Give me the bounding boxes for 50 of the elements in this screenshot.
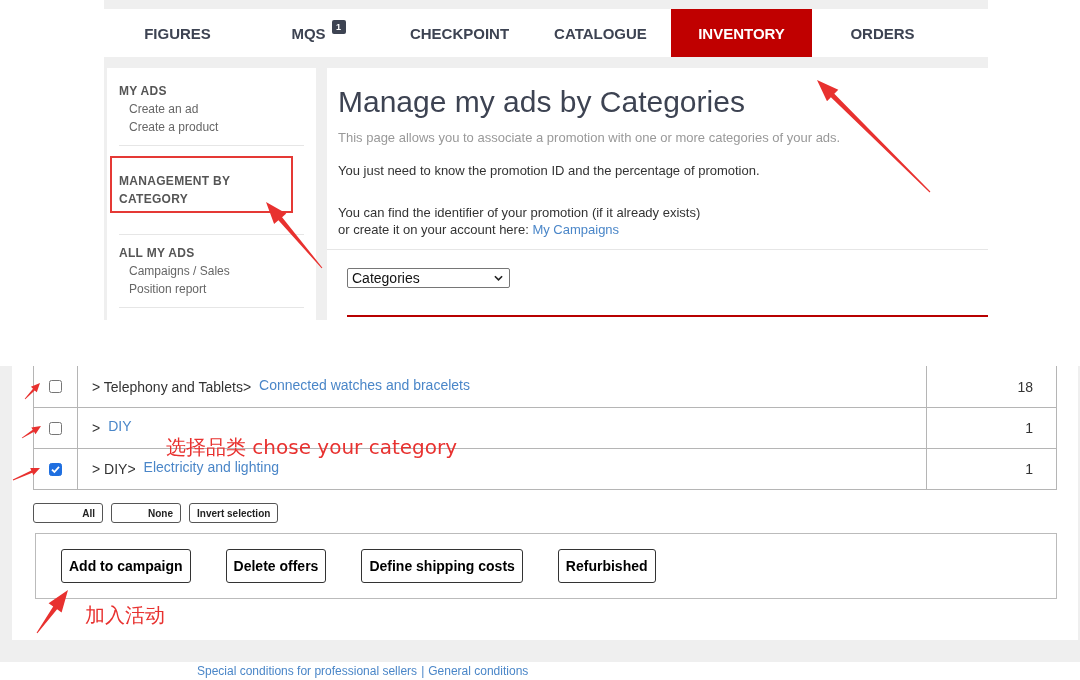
campaigns-link[interactable]: My Campaigns (532, 222, 620, 237)
info-text: You just need to know the promotion ID and the percentage of promotion. (338, 163, 761, 179)
sidebar-link[interactable]: Create an ad (119, 100, 304, 118)
action-button[interactable]: Add to campaign (61, 549, 191, 583)
annotation-arrow (12, 468, 40, 481)
nav-tab[interactable]: FIGURES (107, 9, 248, 57)
action-button[interactable]: Define shipping costs (361, 549, 523, 583)
selection-button[interactable]: None (111, 503, 181, 523)
nav-tab[interactable]: CATALOGUE (530, 9, 671, 57)
checkbox[interactable] (49, 380, 62, 393)
sidebar-heading[interactable]: ALL MY ADS (119, 244, 304, 262)
selection-button[interactable]: Invert selection (189, 503, 279, 523)
count-cell-text: 18 (1016, 377, 1034, 397)
annotation-text: 加入活动 (85, 603, 165, 627)
count-badge: 1 (331, 20, 346, 34)
checkbox[interactable] (49, 421, 62, 435)
page-title: Manage my ads by Categories (338, 84, 746, 120)
action-button[interactable]: Delete offers (225, 549, 327, 583)
category-link[interactable]: Electricity and lighting (143, 459, 279, 475)
footer-link[interactable]: Special conditions for professional sellers (197, 662, 418, 680)
count-cell-text: 1 (1024, 419, 1034, 438)
sidebar-link[interactable]: Campaigns / Sales (119, 262, 304, 280)
chevron-down-icon (494, 275, 503, 281)
count-cell-text: 1 (1024, 460, 1034, 479)
annotation-arrow (24, 383, 40, 400)
nav-tab[interactable]: INVENTORY (671, 9, 812, 57)
footer-link[interactable]: General conditions (428, 662, 529, 680)
action-button[interactable]: Refurbished (557, 549, 656, 583)
category-path: > (92, 420, 101, 436)
annotation-text: 选择品类 chose your category (166, 435, 458, 459)
link-separator: | (421, 663, 425, 680)
nav-tab[interactable]: CHECKPOINT (389, 9, 530, 57)
nav-tab[interactable]: MQS 1 (248, 9, 389, 57)
sidebar-heading[interactable]: MANAGEMENT BY CATEGORY (110, 156, 293, 213)
category-select[interactable]: Categories (347, 268, 510, 288)
intro-text: This page allows you to associate a promotion with one or more categories of your ads. (338, 130, 842, 146)
annotation-arrow (36, 590, 68, 634)
selection-button[interactable]: All (33, 503, 103, 523)
sidebar-link[interactable]: Position report (119, 280, 304, 298)
sidebar-link[interactable]: Create a product (119, 118, 304, 136)
category-link[interactable]: DIY (108, 418, 132, 434)
category-path: > DIY> (92, 461, 136, 477)
sidebar-heading[interactable]: MY ADS (119, 82, 304, 100)
checkbox[interactable] (49, 462, 62, 476)
annotation-arrow (21, 426, 41, 439)
category-path: > Telephony and Tablets> (92, 378, 252, 395)
nav-tab[interactable]: ORDERS (812, 9, 953, 57)
category-link[interactable]: Connected watches and bracelets (259, 376, 470, 393)
annotation-arrow (266, 202, 323, 269)
help-text: You can find the identifier of your promotion (if it already exists) or create it on your account here: My Campaigns (338, 204, 702, 238)
